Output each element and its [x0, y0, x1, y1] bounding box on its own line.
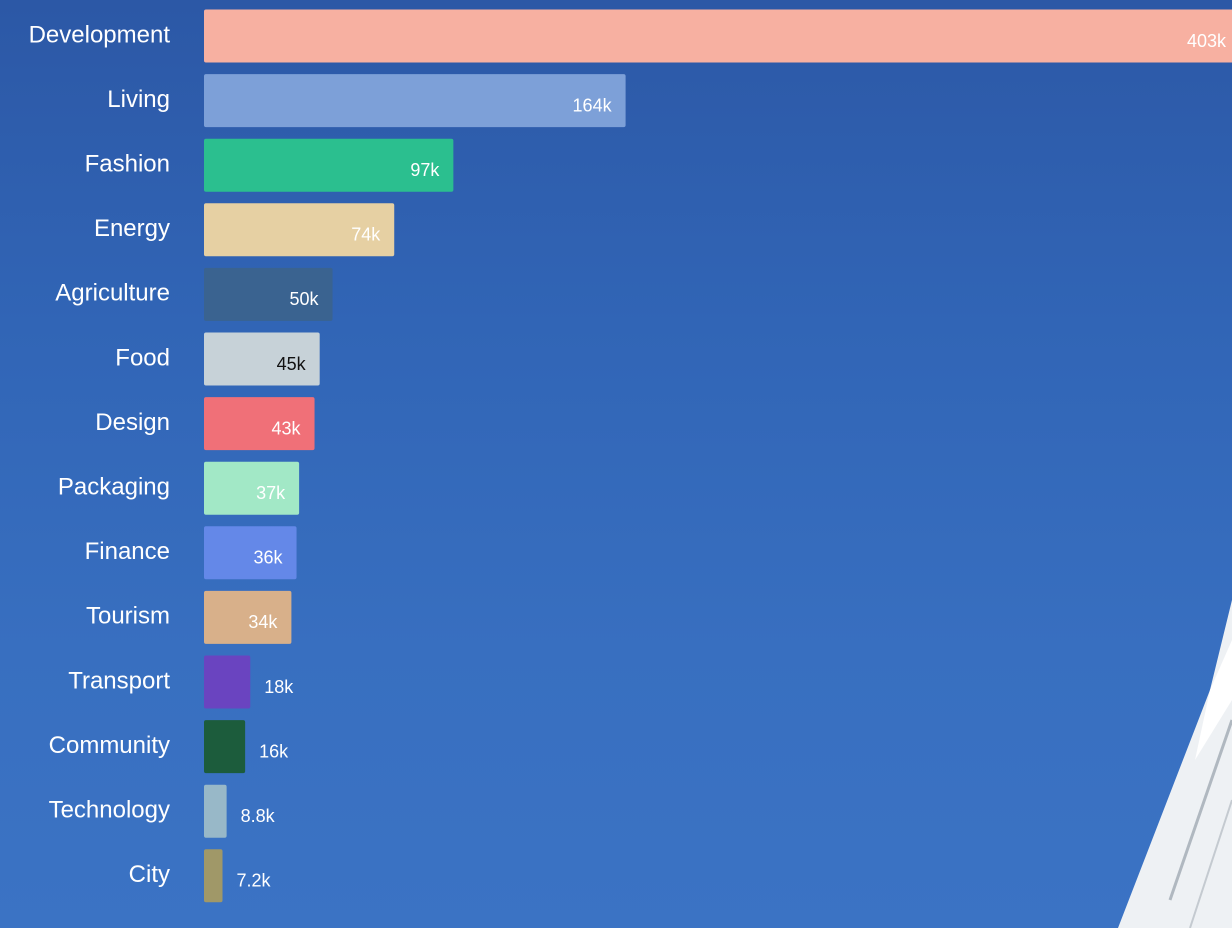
category-label: Living: [107, 86, 170, 113]
category-label: Technology: [49, 797, 170, 824]
value-label: 97k: [410, 160, 440, 180]
value-label: 50k: [290, 289, 320, 309]
category-label: City: [129, 861, 170, 888]
bar-chart: Development 403k Living 164k Fashion 97k Energ…: [29, 9, 1232, 903]
bar-transport: [204, 655, 251, 709]
value-label: 8.8k: [241, 806, 276, 826]
value-label: 18k: [264, 677, 294, 697]
category-label: Energy: [94, 215, 170, 242]
bar-technology: [204, 784, 227, 838]
category-label: Transport: [68, 667, 170, 694]
value-label: 36k: [254, 548, 284, 568]
value-label: 403k: [1187, 31, 1227, 51]
category-label: Design: [95, 409, 170, 436]
chart-stage: Development 403k Living 164k Fashion 97k Energ…: [0, 0, 1232, 928]
bars-group: Development 403k Living 164k Fashion 97k Energ…: [29, 9, 1232, 903]
value-label: 45k: [277, 354, 307, 374]
category-label: Agriculture: [55, 280, 170, 307]
bar-development: [204, 9, 1232, 63]
category-label: Food: [115, 344, 170, 371]
bar-community: [204, 720, 246, 774]
category-label: Packaging: [58, 474, 170, 501]
value-label: 34k: [248, 612, 278, 632]
category-label: Community: [49, 732, 170, 759]
bar-finance: [204, 526, 297, 580]
value-label: 37k: [256, 483, 286, 503]
category-label: Fashion: [85, 151, 170, 178]
category-label: Tourism: [86, 603, 170, 630]
value-label: 16k: [259, 741, 289, 761]
value-label: 74k: [351, 225, 381, 245]
bar-living: [204, 74, 626, 128]
category-label: Development: [29, 21, 171, 48]
value-label: 164k: [573, 95, 613, 115]
category-label: Finance: [85, 538, 170, 565]
bar-city: [204, 849, 223, 903]
value-label: 43k: [272, 418, 302, 438]
value-label: 7.2k: [237, 871, 272, 891]
